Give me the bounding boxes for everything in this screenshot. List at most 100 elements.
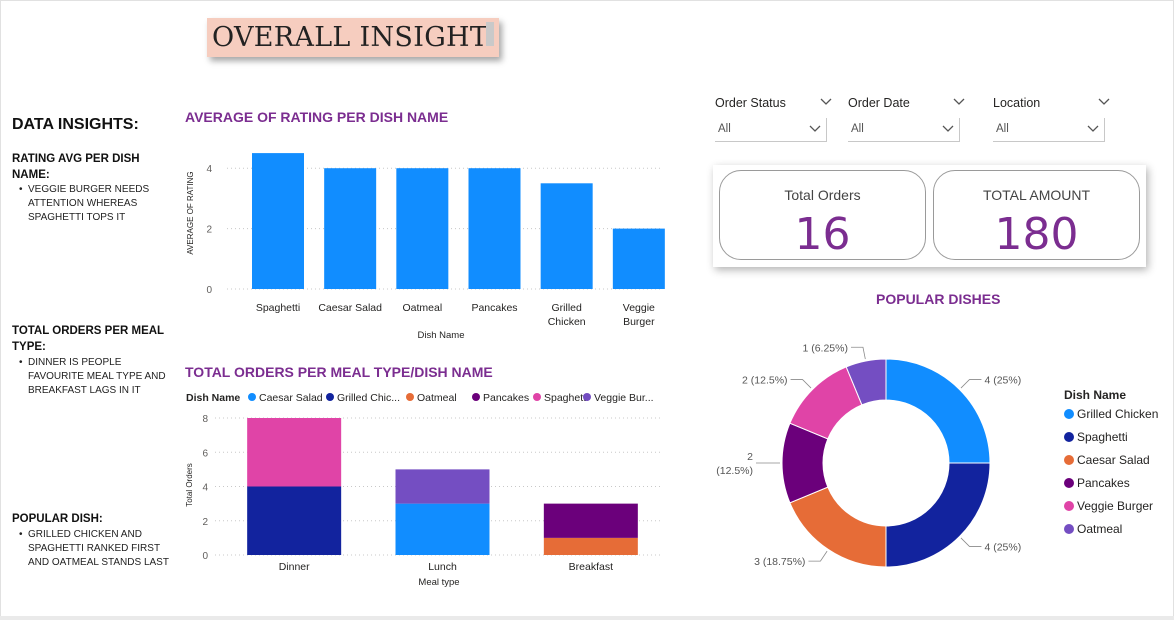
slicer-value: All bbox=[996, 123, 1009, 135]
insight-title-meal-type: TOTAL ORDERS PER MEAL TYPE: bbox=[12, 325, 164, 353]
title-cursor-mark bbox=[486, 22, 494, 46]
slicer-value: All bbox=[718, 123, 731, 135]
kpi-value: 16 bbox=[794, 209, 851, 260]
kpi-total-amount[interactable]: TOTAL AMOUNT 180 bbox=[933, 170, 1140, 260]
legend-item[interactable]: Pancakes bbox=[1064, 476, 1130, 490]
y-tick-label: 0 bbox=[202, 551, 208, 562]
location-dropdown[interactable]: All bbox=[993, 118, 1105, 142]
legend-label: Oatmeal bbox=[1077, 522, 1123, 536]
legend-title: Dish Name bbox=[186, 392, 240, 404]
slicer-label: Location bbox=[993, 96, 1041, 110]
legend-item[interactable]: Veggie Burger bbox=[1064, 499, 1153, 513]
x-tick-label: Oatmeal bbox=[402, 302, 442, 314]
y-tick-label: 2 bbox=[206, 225, 212, 236]
slicer-label: Order Date bbox=[848, 96, 910, 110]
donut-slice[interactable] bbox=[789, 486, 887, 568]
x-axis-label: Meal type bbox=[418, 577, 459, 588]
rating-chart-title: AVERAGE OF RATING PER DISH NAME bbox=[185, 109, 449, 125]
donut-legend-title: Dish Name bbox=[1064, 388, 1127, 402]
stack-segment[interactable] bbox=[395, 469, 490, 504]
legend-label: Grilled Chic... bbox=[337, 392, 400, 404]
bar[interactable] bbox=[396, 168, 449, 289]
stack-segment[interactable] bbox=[543, 503, 638, 538]
leader-line bbox=[790, 379, 812, 389]
leader-line bbox=[808, 550, 828, 562]
legend-label: Oatmeal bbox=[417, 392, 457, 404]
kpi-label: TOTAL AMOUNT bbox=[982, 187, 1091, 203]
legend-label: Pancakes bbox=[483, 392, 529, 404]
y-tick-label: 4 bbox=[202, 483, 208, 494]
report-title: OVERALL INSIGHT bbox=[212, 22, 489, 53]
donut-slice[interactable] bbox=[885, 462, 991, 568]
legend-label: Veggie Bur... bbox=[594, 392, 654, 404]
y-tick-label: 2 bbox=[202, 517, 208, 528]
legend-marker bbox=[1064, 455, 1074, 465]
chevron-down-icon[interactable] bbox=[1097, 96, 1111, 108]
bar[interactable] bbox=[324, 168, 377, 289]
y-tick-label: 8 bbox=[202, 414, 208, 425]
x-tick-label: Pancakes bbox=[471, 302, 517, 314]
bar[interactable] bbox=[612, 228, 665, 289]
legend-item[interactable]: Spaghetti bbox=[1064, 430, 1128, 444]
legend-marker bbox=[472, 393, 480, 401]
chevron-down-icon[interactable] bbox=[952, 96, 966, 108]
chevron-down-icon[interactable] bbox=[819, 96, 833, 108]
slicer-label: Order Status bbox=[715, 96, 786, 110]
bar[interactable] bbox=[540, 183, 593, 289]
x-tick-label: Breakfast bbox=[569, 561, 613, 573]
slice-label: (12.5%) bbox=[716, 465, 753, 477]
chevron-down-icon bbox=[942, 125, 954, 132]
orders-chart-title: TOTAL ORDERS PER MEAL TYPE/DISH NAME bbox=[185, 364, 493, 380]
legend-marker bbox=[583, 393, 591, 401]
chevron-down-icon bbox=[1087, 125, 1099, 132]
orders-stacked-chart[interactable]: Dish Name Caesar Salad Grilled Chic... Oatm… bbox=[180, 385, 670, 595]
leader-line bbox=[960, 537, 982, 547]
order-date-dropdown[interactable]: All bbox=[848, 118, 960, 142]
legend-marker bbox=[1064, 409, 1074, 419]
legend-marker bbox=[248, 393, 256, 401]
slice-label: 3 (18.75%) bbox=[754, 556, 805, 568]
legend-label: Grilled Chicken bbox=[1077, 407, 1159, 421]
slicer-value: All bbox=[851, 123, 864, 135]
legend-marker bbox=[1064, 478, 1074, 488]
slice-label: 4 (25%) bbox=[984, 375, 1021, 387]
stack-segment[interactable] bbox=[395, 503, 490, 555]
x-axis-label: Dish Name bbox=[418, 330, 465, 341]
legend-marker bbox=[1064, 432, 1074, 442]
x-tick-label: Veggie bbox=[623, 302, 655, 314]
slice-label: 4 (25%) bbox=[984, 541, 1021, 553]
kpi-value: 180 bbox=[994, 209, 1079, 260]
y-tick-label: 4 bbox=[206, 164, 212, 175]
x-tick-label: Caesar Salad bbox=[318, 302, 382, 314]
bottom-scrollbar-track bbox=[0, 616, 1174, 620]
kpi-total-orders[interactable]: Total Orders 16 bbox=[719, 170, 926, 260]
stack-segment[interactable] bbox=[543, 537, 638, 555]
insights-heading: DATA INSIGHTS: bbox=[12, 116, 139, 133]
order-status-dropdown[interactable]: All bbox=[715, 118, 827, 142]
insight-text-rating: VEGGIE BURGER NEEDS ATTENTION WHEREAS SP… bbox=[19, 183, 180, 225]
legend-marker bbox=[1064, 524, 1074, 534]
x-tick-label: Lunch bbox=[428, 561, 457, 573]
popular-dishes-donut[interactable]: 4 (25%) 4 (25%) 3 (18.75%) 2 (12.5%) 2 (12.5%… bbox=[700, 330, 1050, 580]
legend-label: Spaghetti bbox=[544, 392, 588, 404]
bar[interactable] bbox=[252, 153, 304, 289]
donut-slice[interactable] bbox=[885, 358, 991, 464]
legend-label: Caesar Salad bbox=[259, 392, 323, 404]
y-tick-label: 0 bbox=[206, 285, 212, 296]
legend-label: Pancakes bbox=[1077, 476, 1130, 490]
bar[interactable] bbox=[468, 168, 521, 289]
leader-line bbox=[850, 346, 866, 360]
stack-segment[interactable] bbox=[247, 418, 342, 487]
leader-line bbox=[960, 379, 982, 389]
slice-label: 2 bbox=[747, 451, 753, 463]
legend-item[interactable]: Grilled Chicken bbox=[1064, 407, 1158, 421]
legend-marker bbox=[1064, 501, 1074, 511]
legend-item[interactable]: Oatmeal bbox=[1064, 522, 1122, 536]
insight-text-popular-dish: GRILLED CHICKEN AND SPAGHETTI RANKED FIR… bbox=[19, 528, 180, 570]
insight-title-popular-dish: POPULAR DISH: bbox=[12, 513, 103, 525]
stack-segment[interactable] bbox=[247, 486, 342, 556]
rating-bar-chart[interactable]: 0 2 4 Spaghetti Caesar Salad Oatmeal Pancakes G… bbox=[180, 140, 670, 346]
x-tick-label: Grilled bbox=[551, 302, 582, 314]
legend-item[interactable]: Caesar Salad bbox=[1064, 453, 1150, 467]
y-axis-label: Total Orders bbox=[185, 463, 194, 507]
